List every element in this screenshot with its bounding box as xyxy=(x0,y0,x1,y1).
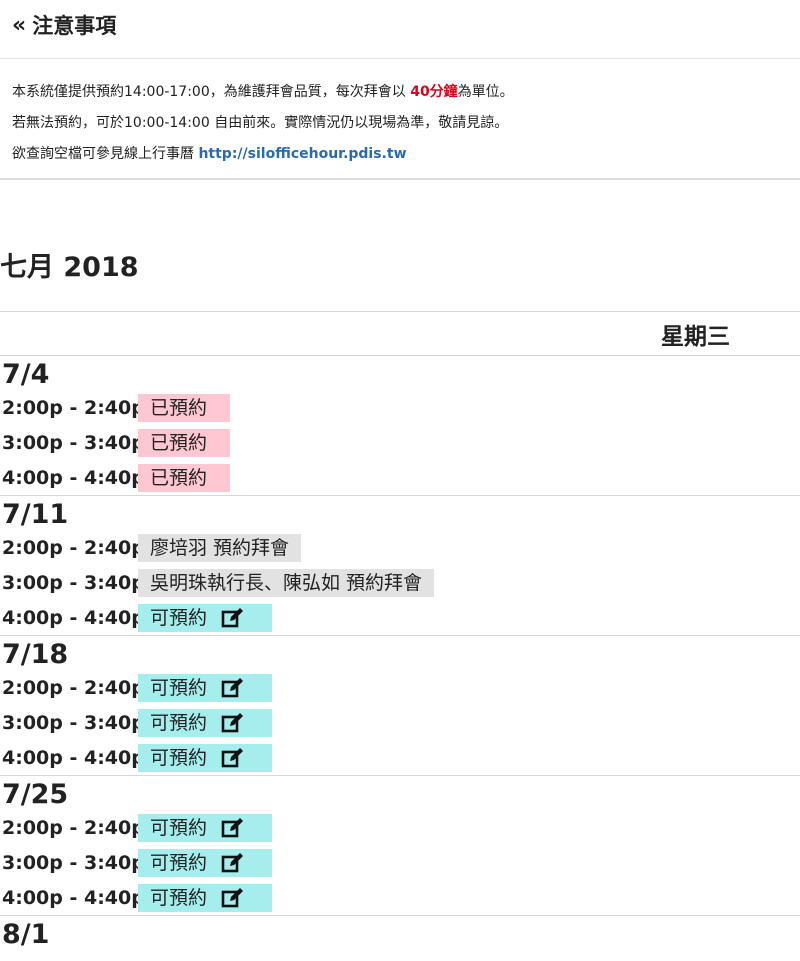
edit-icon[interactable] xyxy=(221,607,245,629)
notice-body: 本系統僅提供預約14:00-17:00，為維護拜會品質，每次拜會以 40分鐘為單… xyxy=(0,59,800,180)
day-block: 8/1 xyxy=(0,916,800,950)
slot-status-label: 廖培羽 預約拜會 xyxy=(150,536,290,559)
time-slot: 2:00p - 2:40p 可預約 xyxy=(2,810,800,845)
slot-status-label: 已預約 xyxy=(150,396,208,419)
slot-status-label: 吳明珠執行長、陳弘如 預約拜會 xyxy=(150,571,423,594)
collapse-chevron-icon[interactable]: « xyxy=(12,12,26,40)
day-list: 7/4 2:00p - 2:40p 已預約 3:00p - 3:40p 已預約 4:00p… xyxy=(0,356,800,950)
time-slot: 2:00p - 2:40p 已預約 xyxy=(2,390,800,425)
slot-status-label: 可預約 xyxy=(150,851,208,874)
slot-time: 3:00p - 3:40p xyxy=(2,431,145,454)
time-slot: 3:00p - 3:40p 可預約 xyxy=(2,845,800,880)
slot-time: 2:00p - 2:40p xyxy=(2,536,145,559)
day-date: 7/4 xyxy=(2,359,50,390)
time-slot: 3:00p - 3:40p 已預約 xyxy=(2,425,800,460)
book-slot-button[interactable]: 可預約 xyxy=(138,603,272,632)
time-slot: 2:00p - 2:40p 可預約 xyxy=(2,670,800,705)
slot-status-label: 可預約 xyxy=(150,886,208,909)
day-block: 7/4 2:00p - 2:40p 已預約 3:00p - 3:40p 已預約 4:00p… xyxy=(0,356,800,496)
time-slot: 3:00p - 3:40p 可預約 xyxy=(2,705,800,740)
slot-time: 4:00p - 4:40p xyxy=(2,466,145,489)
reservation-badge: 吳明珠執行長、陳弘如 預約拜會 xyxy=(138,568,435,597)
notice-line-1: 本系統僅提供預約14:00-17:00，為維護拜會品質，每次拜會以 40分鐘為單… xyxy=(12,84,514,100)
booked-badge: 已預約 xyxy=(138,428,230,457)
time-slot: 3:00p - 3:40p 吳明珠執行長、陳弘如 預約拜會 xyxy=(2,565,800,600)
notice-header[interactable]: « 注意事項 xyxy=(0,0,800,59)
slot-status-label: 可預約 xyxy=(150,746,208,769)
day-date: 7/18 xyxy=(2,639,69,670)
edit-icon[interactable] xyxy=(221,852,245,874)
edit-icon[interactable] xyxy=(221,677,245,699)
day-block: 7/25 2:00p - 2:40p 可預約 3:00p - 3:40p 可預約 4:00… xyxy=(0,776,800,916)
reservation-badge: 廖培羽 預約拜會 xyxy=(138,533,302,562)
booked-badge: 已預約 xyxy=(138,393,230,422)
edit-icon[interactable] xyxy=(221,747,245,769)
duration-highlight: 40分鐘 xyxy=(410,84,458,100)
time-slot: 4:00p - 4:40p 可預約 xyxy=(2,880,800,915)
notice-line-3: 欲查詢空檔可參見線上行事曆 http://silofficehour.pdis.… xyxy=(12,146,407,162)
day-date: 7/25 xyxy=(2,779,69,810)
edit-icon[interactable] xyxy=(221,887,245,909)
book-slot-button[interactable]: 可預約 xyxy=(138,708,272,737)
slot-status-label: 已預約 xyxy=(150,431,208,454)
edit-icon[interactable] xyxy=(221,712,245,734)
day-block: 7/11 2:00p - 2:40p 廖培羽 預約拜會 3:00p - 3:40p 吳明… xyxy=(0,496,800,636)
calendar-link[interactable]: http://silofficehour.pdis.tw xyxy=(198,146,406,162)
book-slot-button[interactable]: 可預約 xyxy=(138,813,272,842)
time-slot: 2:00p - 2:40p 廖培羽 預約拜會 xyxy=(2,530,800,565)
day-date: 8/1 xyxy=(2,919,50,950)
slot-time: 4:00p - 4:40p xyxy=(2,746,145,769)
edit-icon[interactable] xyxy=(221,817,245,839)
slot-time: 4:00p - 4:40p xyxy=(2,606,145,629)
time-slot: 4:00p - 4:40p 可預約 xyxy=(2,600,800,635)
book-slot-button[interactable]: 可預約 xyxy=(138,673,272,702)
notice-line-2: 若無法預約，可於10:00-14:00 自由前來。實際情況仍以現場為準，敬請見諒… xyxy=(12,115,509,131)
day-date: 7/11 xyxy=(2,499,69,530)
slot-time: 4:00p - 4:40p xyxy=(2,886,145,909)
month-title: 七月 2018 xyxy=(0,252,139,283)
booked-badge: 已預約 xyxy=(138,463,230,492)
book-slot-button[interactable]: 可預約 xyxy=(138,848,272,877)
slot-time: 2:00p - 2:40p xyxy=(2,396,145,419)
day-block: 7/18 2:00p - 2:40p 可預約 3:00p - 3:40p 可預約 4:00… xyxy=(0,636,800,776)
slot-time: 2:00p - 2:40p xyxy=(2,676,145,699)
slot-time: 3:00p - 3:40p xyxy=(2,711,145,734)
slot-time: 2:00p - 2:40p xyxy=(2,816,145,839)
slot-time: 3:00p - 3:40p xyxy=(2,571,145,594)
book-slot-button[interactable]: 可預約 xyxy=(138,743,272,772)
slot-status-label: 可預約 xyxy=(150,606,208,629)
slot-time: 3:00p - 3:40p xyxy=(2,851,145,874)
book-slot-button[interactable]: 可預約 xyxy=(138,883,272,912)
slot-status-label: 可預約 xyxy=(150,676,208,699)
weekday-header: 星期三 xyxy=(0,311,800,356)
slot-status-label: 可預約 xyxy=(150,816,208,839)
time-slot: 4:00p - 4:40p 已預約 xyxy=(2,460,800,495)
slot-status-label: 可預約 xyxy=(150,711,208,734)
weekday-label: 星期三 xyxy=(661,323,730,350)
time-slot: 4:00p - 4:40p 可預約 xyxy=(2,740,800,775)
notice-title: 注意事項 xyxy=(32,14,117,38)
slot-status-label: 已預約 xyxy=(150,466,208,489)
